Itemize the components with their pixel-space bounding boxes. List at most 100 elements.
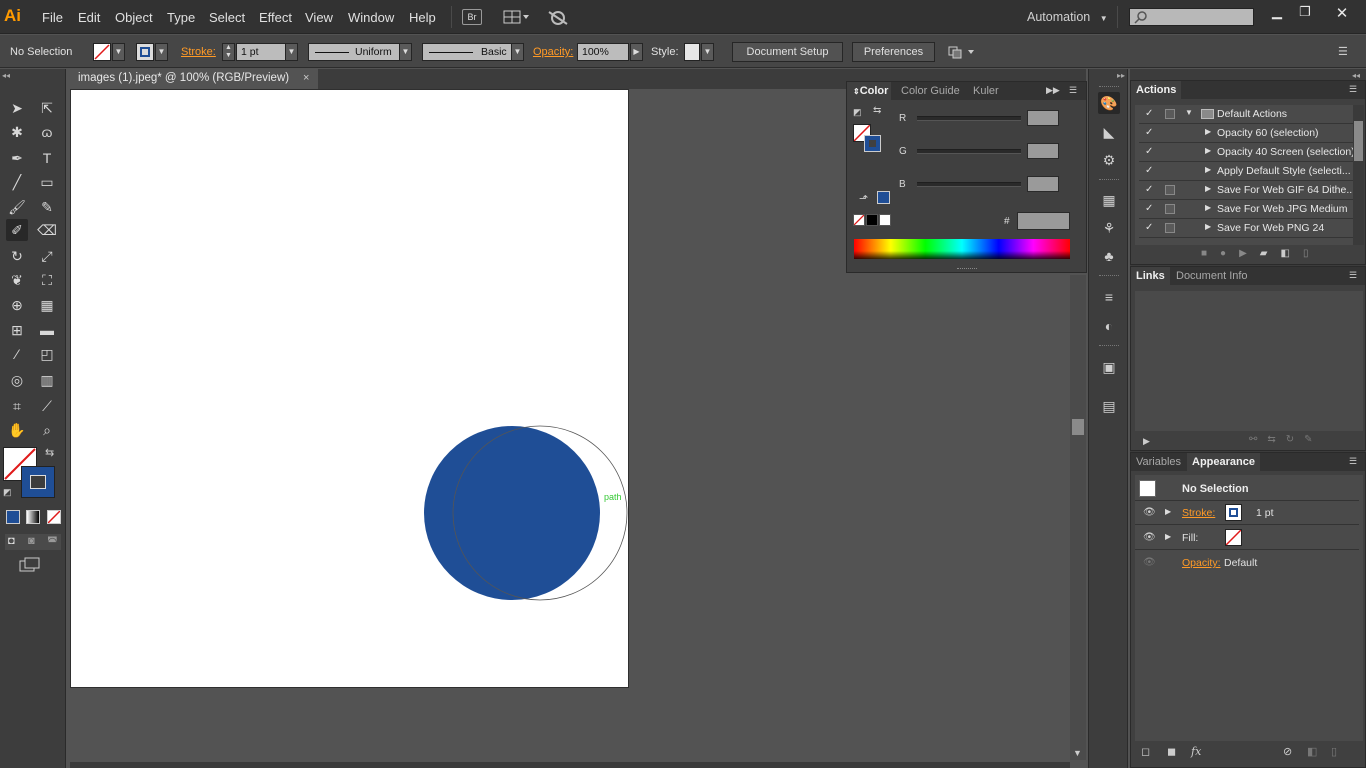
magic-wand-tool-icon[interactable]: ✱ <box>6 121 28 143</box>
dialog-toggle-icon[interactable] <box>1165 223 1175 233</box>
stroke-label[interactable]: Stroke: <box>181 46 216 58</box>
list-item[interactable]: ✓ ▼ Default Actions <box>1139 105 1357 124</box>
dock-grip[interactable] <box>1099 345 1119 348</box>
visibility-eye-icon[interactable]: 👁 <box>1143 557 1156 568</box>
stroke-weight-stepper[interactable]: ▲ ▼ <box>222 43 235 61</box>
check-icon[interactable]: ✓ <box>1145 127 1157 138</box>
list-item[interactable]: ✓ ▶ Save For Web GIF 64 Dithe... <box>1139 181 1357 200</box>
dialog-toggle-icon[interactable] <box>1165 109 1175 119</box>
hex-value-field[interactable] <box>1017 212 1070 230</box>
opacity-field[interactable]: 100% <box>577 43 629 61</box>
default-colors-icon[interactable]: ◩ <box>853 107 862 118</box>
menu-select[interactable]: Select <box>209 10 245 25</box>
line-tool-icon[interactable]: ╱ <box>6 171 28 193</box>
eraser-tool-icon[interactable]: ⌫ <box>36 219 58 241</box>
lasso-tool-icon[interactable]: ɷ <box>36 121 58 143</box>
list-item[interactable]: ✓ ▶ Apply Default Style (selecti... <box>1139 162 1357 181</box>
expand-triangle-icon[interactable]: ▶ <box>1205 222 1211 231</box>
graphic-styles-icon[interactable]: ▣ <box>1098 356 1120 378</box>
collapse-panel-icon[interactable]: ◂◂ <box>2 71 10 80</box>
column-graph-tool-icon[interactable]: ▥ <box>36 369 58 391</box>
check-icon[interactable]: ✓ <box>1145 222 1157 233</box>
menu-type[interactable]: Type <box>167 10 195 25</box>
none-swatch[interactable] <box>853 214 865 226</box>
symbols-icon[interactable]: ♣ <box>1098 245 1120 267</box>
b-slider[interactable] <box>917 182 1021 187</box>
draw-normal-icon[interactable]: ◘ <box>8 535 15 547</box>
stop-icon[interactable]: ■ <box>1201 248 1220 259</box>
white-swatch[interactable] <box>879 214 891 226</box>
search-input[interactable] <box>1129 8 1254 26</box>
stroke-row[interactable]: 👁 ▶ Stroke: 1 pt <box>1135 501 1359 525</box>
minimize-button[interactable]: ▁ <box>1266 4 1288 20</box>
filled-circle[interactable] <box>424 426 600 600</box>
opacity-row[interactable]: 👁 Opacity: Default <box>1135 551 1359 575</box>
blob-brush-tool-icon[interactable]: ✐ <box>6 219 28 241</box>
g-value-field[interactable] <box>1027 143 1059 159</box>
swatches-icon[interactable]: ▦ <box>1098 189 1120 211</box>
tab-variables[interactable]: Variables <box>1131 453 1186 471</box>
zoom-tool-icon[interactable]: ⌕ <box>36 419 58 441</box>
stroke-swatch[interactable] <box>864 135 881 152</box>
collapse-panel-icon[interactable]: ◂◂ <box>1352 71 1360 80</box>
expand-panel-icon[interactable]: ▶▶ <box>1046 85 1060 96</box>
workspace-switcher[interactable]: Automation ▼ <box>1027 10 1108 24</box>
symbol-sprayer-tool-icon[interactable]: ◎ <box>6 369 28 391</box>
actions-scrollbar[interactable] <box>1353 105 1364 245</box>
pen-tool-icon[interactable]: ✒ <box>6 147 28 169</box>
graphic-style-dropdown[interactable]: ▼ <box>701 43 714 61</box>
arrange-icon[interactable] <box>946 44 976 60</box>
none-mode-icon[interactable] <box>47 510 61 524</box>
opacity-slider-button[interactable]: ▶ <box>630 43 643 61</box>
add-fill-icon[interactable]: ◼ <box>1167 745 1176 758</box>
vertical-scrollbar[interactable] <box>1070 275 1086 760</box>
new-action-icon[interactable]: ◧ <box>1281 248 1303 259</box>
stroke-weight-dropdown[interactable]: ▼ <box>285 43 298 61</box>
visibility-eye-icon[interactable]: 👁 <box>1143 532 1156 543</box>
resize-grip[interactable] <box>957 268 977 271</box>
panel-menu-icon[interactable]: ☰ <box>1349 456 1357 467</box>
color-panel-icon[interactable]: 🎨 <box>1098 92 1120 114</box>
swap-fill-stroke-icon[interactable]: ⇆ <box>45 446 54 459</box>
default-colors-icon[interactable]: ◩ <box>3 487 12 498</box>
document-setup-button[interactable]: Document Setup <box>732 42 843 62</box>
preferences-button[interactable]: Preferences <box>852 42 935 62</box>
slice-tool-icon[interactable]: ⟋ <box>36 395 58 417</box>
b-value-field[interactable] <box>1027 176 1059 192</box>
tab-color-guide[interactable]: Color Guide <box>895 82 966 100</box>
expand-dock-icon[interactable]: ▸▸ <box>1117 71 1125 80</box>
black-swatch[interactable] <box>866 214 878 226</box>
visibility-eye-icon[interactable]: 👁 <box>1143 507 1156 518</box>
blend-tool-icon[interactable]: ◰ <box>36 343 58 365</box>
graphic-style-swatch[interactable] <box>684 43 700 61</box>
expand-triangle-icon[interactable]: ▶ <box>1205 184 1211 193</box>
expand-triangle-icon[interactable]: ▶ <box>1165 532 1171 541</box>
screen-mode-icon[interactable] <box>18 557 42 575</box>
pencil-tool-icon[interactable]: ✎ <box>36 196 58 218</box>
hand-tool-icon[interactable]: ✋ <box>6 419 28 441</box>
panel-menu-icon[interactable]: ☰ <box>1349 84 1357 95</box>
paintbrush-tool-icon[interactable]: 🖌 <box>6 196 28 218</box>
delete-item-icon[interactable]: ▯ <box>1331 745 1337 758</box>
close-icon[interactable]: × <box>303 72 309 84</box>
fill-dropdown[interactable]: ▼ <box>112 43 125 61</box>
fill-swatch[interactable] <box>93 43 111 61</box>
opacity-label[interactable]: Opacity: <box>1182 557 1221 569</box>
brush-definition[interactable]: Basic <box>422 43 512 61</box>
gpu-performance-icon[interactable] <box>546 8 570 26</box>
tab-kuler[interactable]: Kuler <box>967 82 1005 100</box>
dock-grip[interactable] <box>1099 86 1119 89</box>
play-icon[interactable]: ▶ <box>1239 248 1260 259</box>
control-bar-menu-icon[interactable]: ☰ <box>1338 45 1354 58</box>
stroke-color-box[interactable] <box>21 466 55 498</box>
expand-triangle-icon[interactable]: ▶ <box>1165 507 1171 516</box>
fill-row[interactable]: 👁 ▶ Fill: <box>1135 526 1359 550</box>
delete-icon[interactable]: ▯ <box>1303 248 1322 259</box>
arrange-documents-icon[interactable] <box>503 9 531 25</box>
check-icon[interactable]: ✓ <box>1145 146 1157 157</box>
scrollbar-thumb[interactable] <box>1072 419 1084 435</box>
dialog-toggle-icon[interactable] <box>1165 204 1175 214</box>
swap-colors-icon[interactable]: ⇆ <box>873 105 881 116</box>
stroke-swatch[interactable] <box>1225 504 1242 521</box>
g-slider[interactable] <box>917 149 1021 154</box>
